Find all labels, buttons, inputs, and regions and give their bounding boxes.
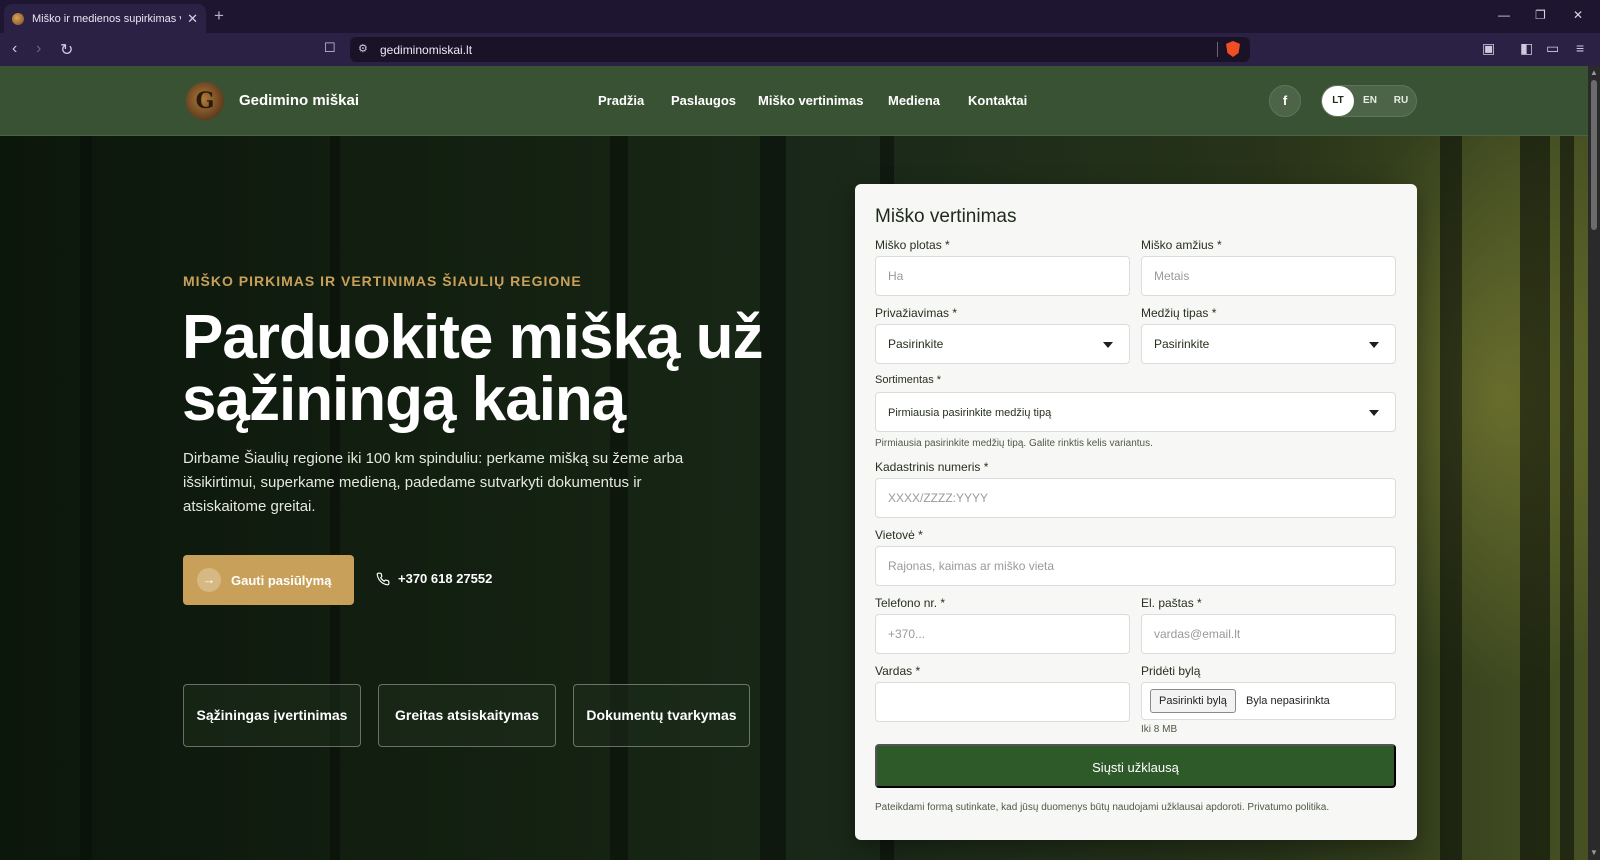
file-label: Pridėti bylą (1141, 664, 1201, 678)
cadastral-label: Kadastrinis numeris * (875, 460, 989, 474)
tree-type-select[interactable]: Pasirinkite (1141, 324, 1396, 364)
phone-number: +370 618 27552 (398, 571, 493, 586)
page-viewport: G Gedimino miškai Pradžia Paslaugos Mišk… (0, 66, 1588, 860)
scroll-down-icon[interactable]: ▼ (1590, 848, 1598, 857)
url-text[interactable]: gediminomiskai.lt (380, 43, 472, 57)
access-select[interactable]: Pasirinkite (875, 324, 1130, 364)
submit-button[interactable]: Siųsti užklausą (875, 744, 1396, 788)
age-input[interactable]: Metais (1141, 256, 1396, 296)
file-input[interactable]: Pasirinkti bylą Byla nepasirinkta (1141, 682, 1396, 720)
bookmark-icon[interactable]: ☐ (324, 40, 336, 56)
assortment-select-value: Pirmiausia pasirinkite medžių tipą (888, 407, 1052, 419)
assortment-hint: Pirmiausia pasirinkite medžių tipą. Gali… (875, 438, 1153, 449)
hero-description: Dirbame Šiaulių regione iki 100 km spind… (183, 450, 684, 515)
assortment-select[interactable]: Pirmiausia pasirinkite medžių tipą (875, 392, 1396, 432)
tree-type-label: Medžių tipas * (1141, 306, 1217, 320)
consent-text: Pateikdami formą sutinkate, kad jūsų duo… (875, 802, 1330, 813)
minimize-icon[interactable]: — (1498, 8, 1510, 22)
phone-link[interactable]: +370 618 27552 (376, 571, 492, 586)
area-label: Miško plotas * (875, 238, 950, 252)
cadastral-input[interactable]: XXXX/ZZZZ:YYYY (875, 478, 1396, 518)
get-offer-label: Gauti pasiūlymą (231, 572, 332, 588)
close-tab-icon[interactable]: ✕ (187, 11, 198, 27)
facebook-icon[interactable]: f (1269, 85, 1301, 117)
lang-ru-button[interactable]: RU (1385, 86, 1417, 116)
location-input[interactable]: Rajonas, kaimas ar miško vieta (875, 546, 1396, 586)
area-input[interactable]: Ha (875, 256, 1130, 296)
access-label: Privažiavimas * (875, 306, 958, 320)
forward-icon[interactable]: › (36, 40, 41, 58)
back-icon[interactable]: ‹ (12, 40, 17, 58)
form-title: Miško vertinimas (875, 206, 1017, 227)
age-label: Miško amžius * (1141, 238, 1222, 252)
tab-title: Miško ir medienos supirkimas vis (32, 12, 182, 25)
wallet-icon[interactable]: ▣ (1482, 40, 1495, 57)
browser-toolbar: ‹ › ↻ ☐ ⚙ gediminomiskai.lt ▣ ◧ ▭ ≡ (0, 33, 1600, 66)
new-tab-icon[interactable]: + (214, 6, 224, 26)
url-divider (1217, 42, 1218, 57)
extensions-icon[interactable]: ▭ (1546, 40, 1559, 57)
window-close-icon[interactable]: ✕ (1573, 8, 1583, 22)
phone-icon (376, 572, 390, 585)
browser-tab[interactable]: Miško ir medienos supirkimas vis ✕ (4, 4, 206, 33)
language-switcher: LT EN RU (1321, 85, 1417, 117)
nav-link-contacts[interactable]: Kontaktai (968, 93, 1027, 108)
scroll-thumb[interactable] (1591, 80, 1597, 230)
menu-icon[interactable]: ≡ (1576, 40, 1584, 56)
choose-file-button[interactable]: Pasirinkti bylą (1150, 689, 1236, 713)
forest-valuation-form: Miško vertinimas Miško plotas * Ha Miško… (855, 184, 1417, 840)
chevron-down-icon (1369, 342, 1379, 348)
site-logo-icon[interactable]: G (186, 82, 224, 120)
name-input[interactable] (875, 682, 1130, 722)
assortment-label: Sortimentas * (875, 374, 942, 386)
phone-label: Telefono nr. * (875, 596, 946, 610)
chevron-down-icon (1103, 342, 1113, 348)
address-bar[interactable]: ⚙ gediminomiskai.lt (350, 37, 1250, 62)
lang-lt-button[interactable]: LT (1322, 86, 1354, 116)
nav-link-services[interactable]: Paslaugos (671, 93, 736, 108)
nav-link-home[interactable]: Pradžia (598, 93, 644, 108)
file-size-hint: Iki 8 MB (1141, 724, 1178, 735)
feature-document-handling: Dokumentų tvarkymas (573, 684, 750, 747)
nav-link-timber[interactable]: Mediena (888, 93, 940, 108)
browser-tabbar: Miško ir medienos supirkimas vis ✕ + — ❐… (0, 0, 1600, 33)
hero-eyebrow: MIŠKO PIRKIMAS IR VERTINIMAS ŠIAULIŲ REG… (183, 273, 582, 289)
email-input[interactable]: vardas@email.lt (1141, 614, 1396, 654)
page-scrollbar[interactable]: ▲ ▼ (1588, 66, 1600, 860)
feature-fair-valuation: Sąžiningas įvertinimas (183, 684, 361, 747)
tree-type-select-value: Pasirinkite (1154, 337, 1210, 351)
restore-icon[interactable]: ❐ (1535, 8, 1546, 22)
site-settings-icon[interactable]: ⚙ (358, 42, 368, 55)
location-label: Vietovė * (875, 528, 923, 542)
site-header: G Gedimino miškai Pradžia Paslaugos Mišk… (0, 66, 1588, 136)
get-offer-button[interactable]: → Gauti pasiūlymą (183, 555, 354, 605)
hero-title: Parduokite mišką už sąžiningą kainą (182, 303, 764, 434)
file-status: Byla nepasirinkta (1246, 695, 1330, 707)
site-name[interactable]: Gedimino miškai (239, 92, 359, 109)
brave-shield-icon[interactable] (1226, 41, 1240, 57)
access-select-value: Pasirinkite (888, 337, 944, 351)
site-favicon-icon (12, 12, 24, 25)
nav-link-forest-valuation[interactable]: Miško vertinimas (758, 93, 864, 108)
chevron-down-icon (1369, 410, 1379, 416)
feature-fast-payment: Greitas atsiskaitymas (378, 684, 556, 747)
lang-en-button[interactable]: EN (1354, 86, 1386, 116)
reload-icon[interactable]: ↻ (60, 40, 73, 60)
scroll-up-icon[interactable]: ▲ (1590, 68, 1598, 77)
phone-input[interactable]: +370... (875, 614, 1130, 654)
name-label: Vardas * (875, 664, 921, 678)
sidebar-icon[interactable]: ◧ (1520, 40, 1533, 57)
arrow-right-icon: → (197, 568, 221, 592)
email-label: El. paštas * (1141, 596, 1202, 610)
